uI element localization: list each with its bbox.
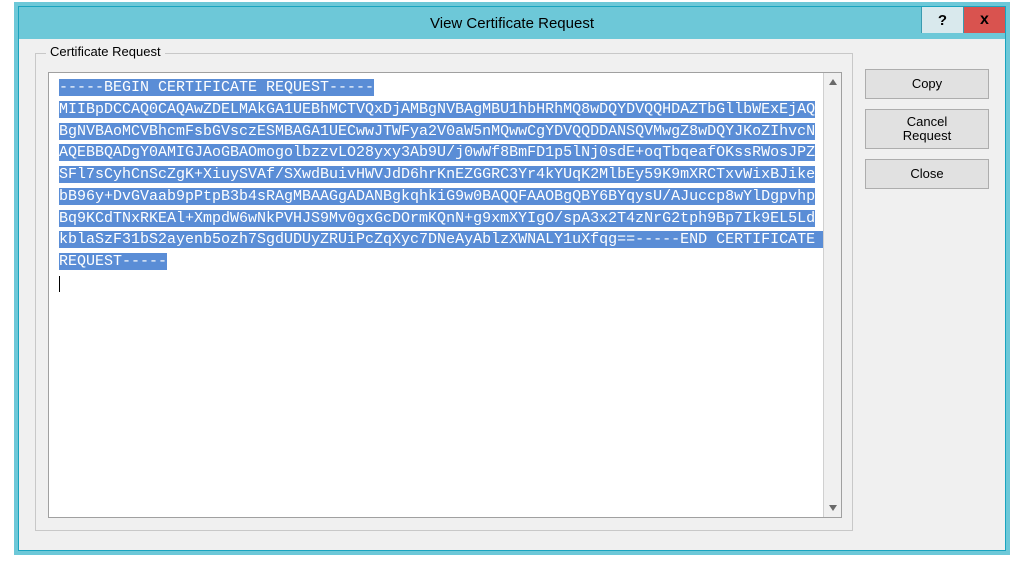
cancel-request-button[interactable]: Cancel Request <box>865 109 989 149</box>
client-area: Certificate Request -----BEGIN CERTIFICA… <box>19 39 1005 550</box>
close-icon: x <box>980 11 989 29</box>
title-bar: View Certificate Request ? x <box>19 7 1005 39</box>
scroll-up-button[interactable] <box>824 73 841 91</box>
help-button[interactable]: ? <box>921 7 963 33</box>
chevron-up-icon <box>829 79 837 85</box>
window-close-button[interactable]: x <box>963 7 1005 33</box>
vertical-scrollbar[interactable] <box>823 73 841 517</box>
dialog-window: View Certificate Request ? x Certificate… <box>18 6 1006 551</box>
scroll-down-button[interactable] <box>824 499 841 517</box>
chevron-down-icon <box>829 505 837 511</box>
certificate-text-content[interactable]: -----BEGIN CERTIFICATE REQUEST----- MIIB… <box>49 73 823 517</box>
close-button[interactable]: Close <box>865 159 989 189</box>
certificate-text-area[interactable]: -----BEGIN CERTIFICATE REQUEST----- MIIB… <box>48 72 842 518</box>
action-button-panel: Copy Cancel Request Close <box>865 69 989 189</box>
cancel-request-label: Cancel Request <box>903 115 951 144</box>
window-title: View Certificate Request <box>430 15 594 32</box>
titlebar-button-group: ? x <box>921 7 1005 33</box>
scrollbar-track[interactable] <box>824 91 841 499</box>
groupbox-label: Certificate Request <box>46 44 165 59</box>
question-icon: ? <box>938 12 947 29</box>
text-caret <box>59 276 60 292</box>
copy-button[interactable]: Copy <box>865 69 989 99</box>
certificate-request-group: Certificate Request -----BEGIN CERTIFICA… <box>35 53 853 531</box>
selected-text: -----BEGIN CERTIFICATE REQUEST----- MIIB… <box>59 79 823 270</box>
